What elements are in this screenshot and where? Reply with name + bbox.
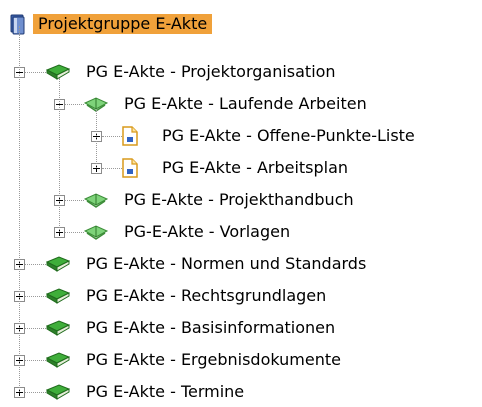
tree-item-offene-punkte-liste[interactable]: PG E-Akte - Offene-Punkte-Liste — [0, 121, 482, 151]
tree-connector-line — [25, 328, 46, 329]
document-icon — [122, 126, 138, 150]
book-open-icon — [83, 191, 109, 213]
book-closed-icon — [45, 383, 71, 405]
tree-item-projektorganisation[interactable]: PG E-Akte - Projektorganisation — [0, 57, 482, 87]
tree-connector-line — [25, 264, 46, 265]
tree-connector-line — [102, 168, 122, 169]
tree-connector-line — [25, 72, 46, 73]
tree-connector-line — [59, 78, 60, 232]
book-open-icon — [83, 223, 109, 245]
tree-item-label: PG E-Akte - Projektorganisation — [86, 62, 336, 81]
tree-connector-line — [96, 110, 97, 168]
tree-item-label: PG E-Akte - Basisinformationen — [86, 318, 336, 337]
tree-connector-line — [25, 392, 46, 393]
tree-item-arbeitsplan[interactable]: PG E-Akte - Arbeitsplan — [0, 153, 482, 183]
tree-connector-line — [65, 200, 84, 201]
tree-item-label: PG E-Akte - Projekthandbuch — [124, 190, 354, 209]
tree-item-label: PG E-Akte - Laufende Arbeiten — [124, 94, 367, 113]
book-closed-icon — [45, 63, 71, 85]
tree-connector-line — [19, 26, 20, 392]
book-closed-icon — [45, 351, 71, 373]
tree-item-label: PG E-Akte - Arbeitsplan — [162, 158, 349, 177]
tree-connector-line — [102, 136, 122, 137]
tree-root-label: Projektgruppe E-Akte — [33, 14, 213, 34]
tree-item-label: PG-E-Akte - Vorlagen — [124, 222, 291, 241]
tree-item-normen-und-standards[interactable]: PG E-Akte - Normen und Standards — [0, 249, 482, 279]
tree-item-basisinformationen[interactable]: PG E-Akte - Basisinformationen — [0, 313, 482, 343]
document-icon — [122, 158, 138, 182]
tree-item-termine[interactable]: PG E-Akte - Termine — [0, 377, 482, 407]
book-closed-icon — [45, 287, 71, 309]
tree-connector-line — [65, 104, 84, 105]
tree-connector-line — [65, 232, 84, 233]
tree-item-label: PG E-Akte - Offene-Punkte-Liste — [162, 126, 415, 145]
tree-item-ergebnisdokumente[interactable]: PG E-Akte - Ergebnisdokumente — [0, 345, 482, 375]
tree-item-label: PG E-Akte - Termine — [86, 382, 245, 401]
tree-item-label: PG E-Akte - Normen und Standards — [86, 254, 367, 273]
tree-root[interactable]: Projektgruppe E-Akte — [8, 9, 213, 39]
tree-item-rechtsgrundlagen[interactable]: PG E-Akte - Rechtsgrundlagen — [0, 281, 482, 311]
book-closed-icon — [45, 255, 71, 277]
book-closed-icon — [45, 319, 71, 341]
tree-item-label: PG E-Akte - Rechtsgrundlagen — [86, 286, 327, 305]
tree-connector-line — [25, 360, 46, 361]
tree-connector-line — [25, 296, 46, 297]
folder-tree: Projektgruppe E-Akte PG E-Akte - Projekt… — [0, 0, 482, 401]
book-stack-icon — [10, 14, 25, 35]
tree-item-label: PG E-Akte - Ergebnisdokumente — [86, 350, 341, 369]
